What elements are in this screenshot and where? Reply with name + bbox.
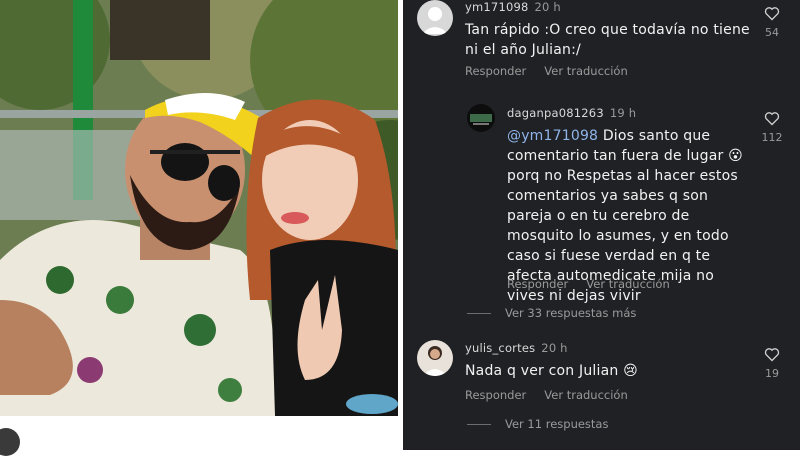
couple-selfie-image (0, 0, 398, 416)
comments-panel: ym171098 20 h Tan rápido :O creo que toda… (403, 0, 800, 450)
viewer-avatar[interactable] (0, 428, 20, 456)
view-more-replies-button[interactable]: Ver 11 respuestas (467, 417, 608, 431)
like-count: 112 (761, 131, 783, 144)
comment-username[interactable]: daganpa081263 19 h (507, 106, 636, 120)
like-count: 54 (765, 26, 779, 39)
mention-link[interactable]: @ym171098 (507, 128, 598, 144)
comment-text: Nada q ver con Julian 😢 (465, 363, 638, 379)
translate-button[interactable]: Ver traducción (544, 64, 627, 78)
avatar[interactable] (467, 104, 495, 132)
default-profile-icon[interactable] (417, 0, 453, 36)
comment-username[interactable]: ym171098 20 h (465, 0, 561, 14)
post-photo (0, 0, 398, 416)
comment-actions: Responder Ver traducción (465, 388, 646, 402)
comment-timestamp: 20 h (534, 0, 561, 14)
translate-button[interactable]: Ver traducción (544, 388, 627, 402)
comment-username[interactable]: yulis_cortes 20 h (465, 341, 568, 355)
comment-timestamp: 19 h (609, 106, 637, 120)
reply-button[interactable]: Responder (465, 64, 526, 78)
reply-button[interactable]: Responder (465, 388, 526, 402)
comment-text: Tan rápido :O creo que todavía no tiene … (465, 22, 750, 58)
avatar[interactable] (417, 340, 453, 376)
view-more-replies-button[interactable]: Ver 33 respuestas más (467, 306, 636, 320)
heart-icon[interactable] (764, 111, 780, 126)
reply-button[interactable]: Responder (507, 277, 568, 291)
like-count: 19 (765, 367, 779, 380)
heart-icon[interactable] (764, 347, 780, 362)
heart-icon[interactable] (764, 6, 780, 21)
post-photo-panel (0, 0, 403, 456)
comment-actions: Responder Ver traducción (465, 64, 646, 78)
comment-actions: Responder Ver traducción (507, 277, 688, 291)
comment-timestamp: 20 h (541, 341, 568, 355)
divider (467, 424, 491, 425)
divider (467, 313, 491, 314)
translate-button[interactable]: Ver traducción (586, 277, 669, 291)
